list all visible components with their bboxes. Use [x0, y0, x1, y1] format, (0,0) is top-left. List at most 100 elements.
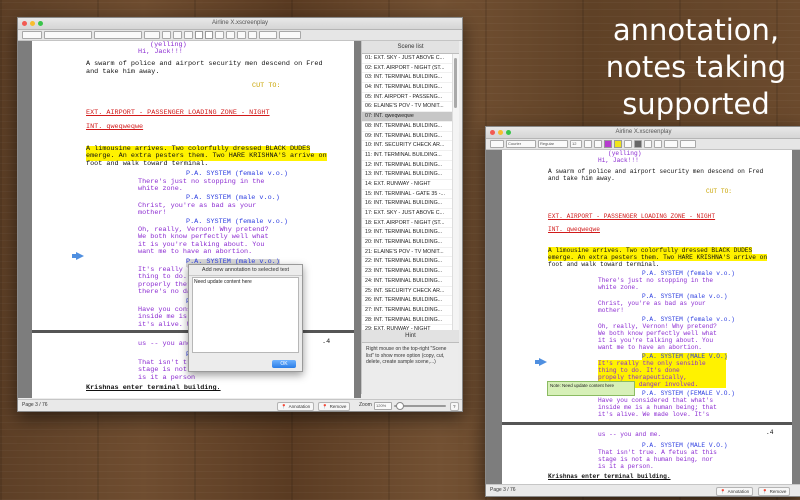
scene-list-item[interactable]: 27: INT. TERMINAL BUILDING...: [362, 306, 453, 316]
highlighted-character-cue: P.A. SYSTEM (MALE V.O.): [642, 353, 728, 360]
scene-list-item[interactable]: 05: INT. AIRPORT - PASSENG...: [362, 93, 453, 103]
line-spacing-select[interactable]: [664, 140, 678, 148]
font-style-select[interactable]: [94, 31, 142, 39]
action-line: A swarm of police and airport security m…: [548, 168, 764, 175]
font-family-select[interactable]: [44, 31, 92, 39]
align-left-button[interactable]: [624, 140, 632, 148]
scene-list-item[interactable]: 22: INT. TERMINAL BUILDING...: [362, 257, 453, 268]
highlight-color-swatch[interactable]: [614, 140, 622, 148]
window-title: Airline X.xscreenplay: [211, 20, 269, 26]
scene-list-item[interactable]: 04: INT. TERMINAL BUILDING...: [362, 83, 453, 93]
scene-list-item[interactable]: 26: INT. TERMINAL BUILDING...: [362, 296, 453, 306]
zoom-window-button[interactable]: [506, 130, 511, 135]
scene-list-item[interactable]: 17: EXT. SKY - JUST ABOVE C...: [362, 209, 453, 219]
help-label: ?: [453, 404, 456, 409]
page-break: [502, 422, 792, 425]
second-window: Airline X.xscreenplay Courier Regular 12…: [485, 126, 800, 497]
minimize-window-button[interactable]: [30, 21, 35, 26]
dialogue-line: That isn't true. A fetus at this: [598, 449, 717, 456]
scene-list-panel: Scene list 01: EXT. SKY - JUST ABOVE C..…: [361, 41, 459, 344]
justify-button[interactable]: [654, 140, 662, 148]
close-window-button[interactable]: [22, 21, 27, 26]
scene-list-item[interactable]: 20: INT. TERMINAL BUILDING...: [362, 238, 453, 248]
scene-list-item[interactable]: 08: INT. TERMINAL BUILDING...: [362, 122, 453, 132]
scene-list-item[interactable]: 18: EXT. AIRPORT - NIGHT (ST...: [362, 219, 453, 229]
font-size-select[interactable]: 12: [570, 140, 582, 148]
document-area[interactable]: (yelling) Hi, Jack!!! A swarm of police …: [486, 150, 800, 484]
scene-list-item[interactable]: 07: INT. qweqweqwe: [362, 112, 453, 122]
zoom-slider-knob[interactable]: [396, 402, 404, 410]
zoom-value: 120%: [376, 403, 387, 408]
zoom-select[interactable]: 120%: [374, 402, 392, 410]
scene-list-item[interactable]: 25: INT. SECURITY CHECK AR...: [362, 287, 453, 297]
text-color-swatch[interactable]: [195, 31, 203, 39]
italic-button[interactable]: [173, 31, 182, 39]
zoom-window-button[interactable]: [38, 21, 43, 26]
scene-list-item[interactable]: 01: EXT. SKY - JUST ABOVE C...: [362, 54, 453, 64]
scene-list-item[interactable]: 12: INT. TERMINAL BUILDING...: [362, 161, 453, 171]
scrollbar-thumb[interactable]: [454, 58, 457, 108]
close-window-button[interactable]: [490, 130, 495, 135]
scene-list-item[interactable]: 16: INT. TERMINAL BUILDING...: [362, 199, 453, 209]
scene-list[interactable]: 01: EXT. SKY - JUST ABOVE C... 02: EXT. A…: [362, 54, 453, 344]
scene-list-item[interactable]: 19: INT. TERMINAL BUILDING...: [362, 228, 453, 239]
text-color-swatch[interactable]: [604, 140, 612, 148]
script-page[interactable]: (yelling) Hi, Jack!!! A swarm of police …: [502, 150, 792, 484]
dialog-title: Add new annotation to selected text: [189, 265, 302, 276]
scene-list-item[interactable]: 28: INT. TERMINAL BUILDING...: [362, 316, 453, 326]
highlighted-dialogue-line: propely therapeutically,: [598, 374, 726, 381]
annotation-button[interactable]: 📍 Annotation: [277, 402, 315, 411]
scene-list-item[interactable]: 14: EXT. RUNWAY - NIGHT: [362, 180, 453, 190]
scene-list-item[interactable]: 13: INT. TERMINAL BUILDING...: [362, 170, 453, 180]
annotation-note[interactable]: Note: Need update content here: [547, 381, 635, 396]
scene-list-item[interactable]: 15: INT. TERMINAL - GATE 35 -...: [362, 190, 453, 200]
list-style-select[interactable]: [680, 140, 696, 148]
help-button[interactable]: ?: [450, 402, 459, 411]
align-center-button[interactable]: [226, 31, 235, 39]
scene-list-item[interactable]: 03: INT. TERMINAL BUILDING...: [362, 73, 453, 84]
align-right-button[interactable]: [644, 140, 652, 148]
annotation-button[interactable]: 📍 Annotation: [716, 487, 754, 496]
dialogue-line: We both know perfectly well what: [598, 330, 717, 337]
minimize-window-button[interactable]: [498, 130, 503, 135]
italic-button[interactable]: [594, 140, 602, 148]
scene-list-item[interactable]: 21: ELAINE'S POV - TV MONIT...: [362, 248, 453, 258]
note-text: Note: Need update content here: [550, 383, 615, 388]
line-spacing-select[interactable]: [259, 31, 277, 39]
second-titlebar[interactable]: Airline X.xscreenplay: [486, 127, 800, 139]
dialogue-line: is it a person.: [598, 463, 654, 470]
bold-button[interactable]: [584, 140, 592, 148]
scene-list-item[interactable]: 11: INT. TERMINAL BUILDING...: [362, 151, 453, 161]
list-style-select[interactable]: [279, 31, 301, 39]
align-right-button[interactable]: [237, 31, 246, 39]
font-family-select[interactable]: Courier: [506, 140, 536, 148]
pin-icon: 📍: [762, 489, 768, 494]
action-line: and take him away.: [548, 175, 615, 182]
scene-list-item[interactable]: 10: INT. SECURITY CHECK AR...: [362, 141, 453, 151]
scene-list-item[interactable]: 06: ELAINE'S POV - TV MONIT...: [362, 102, 453, 113]
headline-line-3: supported: [622, 87, 770, 121]
highlight-color-swatch[interactable]: [205, 31, 213, 39]
scene-list-item[interactable]: 23: INT. TERMINAL BUILDING...: [362, 267, 453, 277]
main-statusbar: Page 3 / 76 📍 Annotation 📍 Remove Zoom 120…: [18, 399, 462, 411]
align-left-button[interactable]: [215, 31, 224, 39]
align-center-button[interactable]: [634, 140, 642, 148]
remove-button[interactable]: 📍 Remove: [758, 487, 791, 496]
window-controls: [490, 130, 511, 135]
scene-list-scrollbar[interactable]: [452, 54, 459, 344]
underline-button[interactable]: [184, 31, 193, 39]
font-size-select[interactable]: [144, 31, 160, 39]
font-style-select[interactable]: Regular: [538, 140, 568, 148]
annotation-text-field[interactable]: Need update content here: [192, 277, 299, 353]
ok-button[interactable]: OK: [272, 360, 296, 368]
annotation-button-label: Annotation: [727, 489, 750, 494]
paragraph-style-select[interactable]: [22, 31, 42, 39]
justify-button[interactable]: [248, 31, 257, 39]
main-titlebar[interactable]: Airline X.xscreenplay: [18, 18, 462, 30]
bold-button[interactable]: [162, 31, 171, 39]
scene-list-item[interactable]: 24: INT. TERMINAL BUILDING...: [362, 277, 453, 287]
remove-button[interactable]: 📍 Remove: [318, 402, 351, 411]
scene-list-item[interactable]: 02: EXT. AIRPORT - NIGHT (ST...: [362, 64, 453, 74]
scene-list-item[interactable]: 09: INT. TERMINAL BUILDING...: [362, 132, 453, 142]
paragraph-style-select[interactable]: [490, 140, 504, 148]
